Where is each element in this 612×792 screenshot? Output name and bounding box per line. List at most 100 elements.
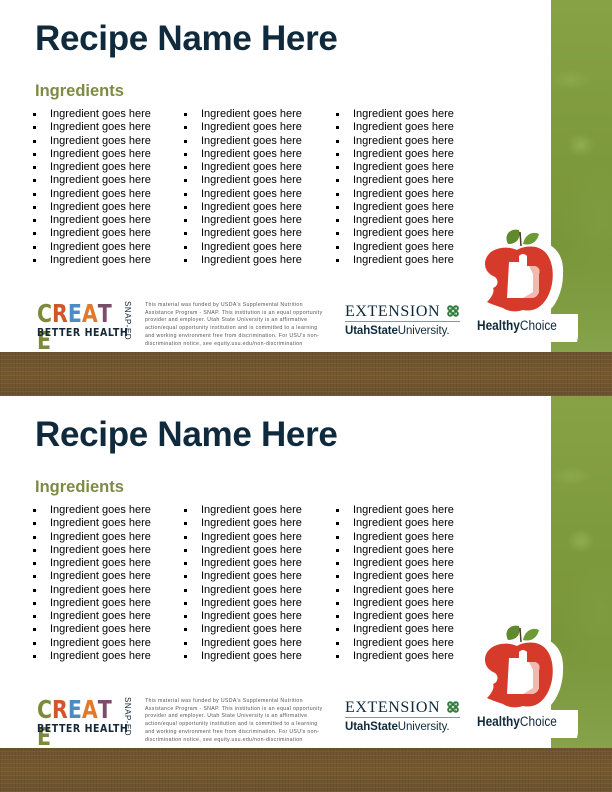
bullet-square-icon — [184, 588, 187, 592]
ingredient-text: Ingredient goes here — [353, 253, 454, 266]
bullet-square-icon — [33, 601, 36, 605]
ingredient-text: Ingredient goes here — [201, 253, 302, 266]
bullet-square-icon — [33, 535, 36, 539]
ingredient-item: Ingredient goes here — [33, 650, 151, 663]
ingredient-text: Ingredient goes here — [50, 517, 151, 530]
bullet-square-icon — [336, 575, 339, 579]
ingredient-item: Ingredient goes here — [336, 623, 454, 636]
ingredient-item: Ingredient goes here — [33, 201, 151, 214]
bullet-square-icon — [33, 232, 36, 236]
ingredient-text: Ingredient goes here — [50, 649, 151, 662]
bullet-square-icon — [33, 179, 36, 183]
bullet-square-icon — [184, 535, 187, 539]
ingredient-text: Ingredient goes here — [201, 214, 302, 226]
bullet-square-icon — [336, 205, 339, 209]
bullet-square-icon — [336, 192, 339, 196]
bullet-square-icon — [33, 166, 36, 169]
create-tagline: BETTER HEALTH — [37, 327, 129, 339]
ingredient-text: Ingredient goes here — [353, 134, 454, 147]
bullet-square-icon — [184, 245, 187, 249]
bullet-square-icon — [33, 113, 36, 116]
bullet-square-icon — [33, 654, 36, 658]
bullet-square-icon — [33, 245, 36, 249]
ingredient-item: Ingredient goes here — [336, 201, 454, 214]
ingredient-text: Ingredient goes here — [50, 623, 151, 636]
ingredient-item: Ingredient goes here — [33, 108, 151, 121]
ingredient-item: Ingredient goes here — [184, 584, 302, 597]
bullet-square-icon — [336, 258, 339, 262]
ingredient-item: Ingredient goes here — [33, 531, 151, 544]
bullet-square-icon — [184, 152, 187, 156]
ingredient-text: Ingredient goes here — [50, 530, 151, 543]
create-letter: R — [52, 695, 68, 724]
ingredient-item: Ingredient goes here — [184, 544, 302, 557]
usu-regular: University. — [397, 721, 450, 733]
ingredient-item: Ingredient goes here — [33, 584, 151, 597]
ingredient-item: Ingredient goes here — [184, 135, 302, 148]
bullet-square-icon — [184, 509, 187, 512]
bullet-square-icon — [336, 126, 339, 130]
ingredient-item: Ingredient goes here — [184, 610, 302, 623]
ingredient-column-1: Ingredient goes here Ingredient goes here… — [33, 108, 151, 267]
ingredient-item: Ingredient goes here — [184, 148, 302, 161]
create-better-health-logo: CREATE BETTER HEALTH SNAP-ED — [37, 299, 139, 354]
create-letter: C — [37, 299, 53, 328]
ingredient-item: Ingredient goes here — [336, 241, 454, 254]
bullet-square-icon — [184, 192, 187, 196]
ingredient-column-1: Ingredient goes here Ingredient goes here… — [33, 504, 151, 663]
ingredient-item: Ingredient goes here — [184, 108, 302, 121]
create-letter: T — [97, 299, 112, 328]
bullet-square-icon — [184, 522, 187, 526]
ingredient-item: Ingredient goes here — [184, 241, 302, 254]
ingredient-item: Ingredient goes here — [336, 254, 454, 267]
bullet-square-icon — [336, 641, 339, 645]
bullet-square-icon — [184, 205, 187, 209]
brown-burlap-band — [0, 352, 612, 396]
ingredient-item: Ingredient goes here — [33, 188, 151, 201]
ingredients-heading: Ingredients — [35, 82, 124, 100]
ingredient-text: Ingredient goes here — [201, 636, 302, 649]
extension-divider — [345, 717, 460, 718]
create-letter: R — [52, 299, 68, 328]
bullet-square-icon — [336, 179, 339, 183]
ingredient-item: Ingredient goes here — [33, 637, 151, 650]
ingredient-item: Ingredient goes here — [184, 214, 302, 227]
ingredient-text: Ingredient goes here — [201, 174, 302, 187]
create-better-health-logo: CREATE BETTER HEALTH SNAP-ED — [37, 695, 139, 750]
four-h-clover-icon: H HH H — [447, 701, 459, 713]
usu-regular: University. — [397, 325, 450, 337]
ingredient-item: Ingredient goes here — [184, 531, 302, 544]
ingredient-text: Ingredient goes here — [201, 530, 302, 543]
bullet-square-icon — [33, 192, 36, 196]
bullet-square-icon — [184, 562, 187, 565]
ingredient-item: Ingredient goes here — [33, 557, 151, 570]
ingredient-text: Ingredient goes here — [201, 596, 302, 609]
ingredient-text: Ingredient goes here — [353, 121, 454, 134]
bullet-square-icon — [184, 113, 187, 116]
ingredient-text: Ingredient goes here — [50, 161, 151, 173]
extension-wordmark: EXTENSION — [345, 303, 441, 320]
ingredient-text: Ingredient goes here — [50, 134, 151, 147]
usu-extension-logo: EXTENSION HHHH UtahStateUniversity. — [345, 699, 465, 739]
ingredient-text: Ingredient goes here — [353, 227, 454, 240]
ingredient-text: Ingredient goes here — [353, 161, 454, 173]
ingredient-item: Ingredient goes here — [336, 531, 454, 544]
ingredient-text: Ingredient goes here — [201, 570, 302, 583]
create-letter: T — [97, 695, 112, 724]
ingredient-text: Ingredient goes here — [353, 240, 454, 253]
ingredient-text: Ingredient goes here — [50, 227, 151, 240]
bullet-square-icon — [33, 548, 36, 552]
ingredient-text: Ingredient goes here — [50, 596, 151, 609]
usu-bold: UtahState — [345, 325, 398, 337]
healthy-bold: Healthy — [477, 318, 520, 333]
bullet-square-icon — [184, 601, 187, 605]
bullet-square-icon — [184, 126, 187, 130]
ingredient-item: Ingredient goes here — [33, 517, 151, 530]
bullet-square-icon — [33, 139, 36, 143]
ingredient-text: Ingredient goes here — [353, 200, 454, 213]
bullet-square-icon — [336, 113, 339, 116]
ingredient-text: Ingredient goes here — [201, 134, 302, 147]
bullet-square-icon — [33, 641, 36, 645]
ingredient-text: Ingredient goes here — [201, 517, 302, 530]
recipe-card-2: Recipe Name Here Ingredients Ingredient … — [0, 396, 612, 792]
